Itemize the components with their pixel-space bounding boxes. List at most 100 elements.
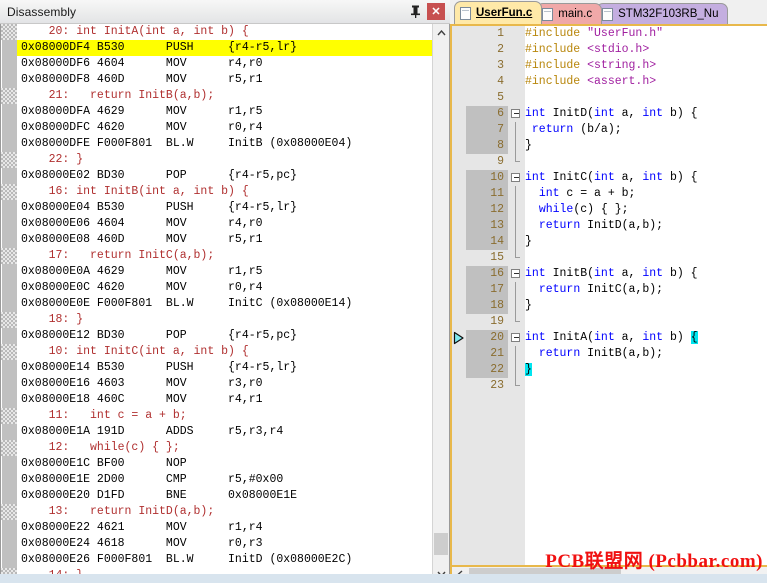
editor-marker-cell[interactable] [452, 138, 466, 154]
gutter-code-mark[interactable] [1, 72, 17, 88]
editor-code-line[interactable] [525, 378, 767, 394]
editor-body[interactable]: 1 2 3 4 5 6 7 8 9 10 11 12 13 14 15 16 17 18 19 20 21 22 23 #i… [450, 24, 767, 567]
disassembly-asm-line[interactable]: 0x08000E18 460C MOV r4,r1 [17, 392, 432, 408]
gutter-code-mark[interactable] [1, 200, 17, 216]
editor-marker-cell[interactable] [452, 330, 466, 346]
gutter-code-mark[interactable] [1, 472, 17, 488]
gutter-source-mark[interactable] [1, 440, 17, 456]
editor-fold-cell[interactable] [508, 330, 525, 346]
gutter-code-mark[interactable] [1, 424, 17, 440]
gutter-code-mark[interactable] [1, 280, 17, 296]
gutter-code-mark[interactable] [1, 392, 17, 408]
editor-code-line[interactable]: int InitA(int a, int b) { [525, 330, 767, 346]
editor-code-line[interactable] [525, 90, 767, 106]
editor-code-line[interactable]: int InitC(int a, int b) { [525, 170, 767, 186]
editor-marker-cell[interactable] [452, 90, 466, 106]
editor-marker-cell[interactable] [452, 122, 466, 138]
disassembly-asm-line[interactable]: 0x08000E06 4604 MOV r4,r0 [17, 216, 432, 232]
scrollbar-thumb[interactable] [434, 533, 448, 555]
editor-fold-cell[interactable] [508, 106, 525, 122]
editor-code-line[interactable] [525, 250, 767, 266]
scrollbar-track[interactable] [433, 41, 449, 565]
disassembly-source-line[interactable]: 12: while(c) { }; [17, 440, 432, 456]
gutter-code-mark[interactable] [1, 168, 17, 184]
editor-code-line[interactable]: #include <stdio.h> [525, 42, 767, 58]
editor-breakpoint-margin[interactable] [452, 26, 466, 565]
editor-code-line[interactable] [525, 154, 767, 170]
editor-marker-cell[interactable] [452, 362, 466, 378]
editor-marker-cell[interactable] [452, 218, 466, 234]
disassembly-asm-line[interactable]: 0x08000E14 B530 PUSH {r4-r5,lr} [17, 360, 432, 376]
gutter-code-mark[interactable] [1, 376, 17, 392]
disassembly-source-line[interactable]: 16: int InitB(int a, int b) { [17, 184, 432, 200]
pin-icon[interactable] [406, 3, 424, 21]
editor-code-area[interactable]: #include "UserFun.h" #include <stdio.h> #i… [525, 26, 767, 565]
disassembly-asm-line[interactable]: 0x08000E1A 191D ADDS r5,r3,r4 [17, 424, 432, 440]
gutter-source-mark[interactable] [1, 344, 17, 360]
gutter-source-mark[interactable] [1, 408, 17, 424]
gutter-source-mark[interactable] [1, 24, 17, 40]
editor-code-line[interactable]: return (b/a); [525, 122, 767, 138]
disassembly-asm-line[interactable]: 0x08000DFA 4629 MOV r1,r5 [17, 104, 432, 120]
gutter-code-mark[interactable] [1, 360, 17, 376]
editor-marker-cell[interactable] [452, 186, 466, 202]
gutter-code-mark[interactable] [1, 264, 17, 280]
editor-marker-cell[interactable] [452, 42, 466, 58]
gutter-code-mark[interactable] [1, 552, 17, 568]
disassembly-asm-line[interactable]: 0x08000E22 4621 MOV r1,r4 [17, 520, 432, 536]
disassembly-asm-line[interactable]: 0x08000E24 4618 MOV r0,r3 [17, 536, 432, 552]
editor-fold-cell[interactable] [508, 170, 525, 186]
scroll-up-icon[interactable] [433, 24, 449, 41]
disassembly-vertical-scrollbar[interactable] [432, 24, 449, 582]
editor-code-line[interactable]: return InitB(a,b); [525, 346, 767, 362]
disassembly-asm-line[interactable]: 0x08000E20 D1FD BNE 0x08000E1E [17, 488, 432, 504]
editor-marker-cell[interactable] [452, 346, 466, 362]
editor-code-line[interactable]: int InitB(int a, int b) { [525, 266, 767, 282]
editor-marker-cell[interactable] [452, 250, 466, 266]
gutter-code-mark[interactable] [1, 232, 17, 248]
editor-marker-cell[interactable] [452, 26, 466, 42]
gutter-source-mark[interactable] [1, 152, 17, 168]
editor-code-line[interactable]: } [525, 234, 767, 250]
gutter-source-mark[interactable] [1, 88, 17, 104]
editor-code-line[interactable]: int c = a + b; [525, 186, 767, 202]
editor-marker-cell[interactable] [452, 154, 466, 170]
disassembly-asm-line[interactable]: 0x08000E02 BD30 POP {r4-r5,pc} [17, 168, 432, 184]
disassembly-asm-line[interactable]: 0x08000E1E 2D00 CMP r5,#0x00 [17, 472, 432, 488]
disassembly-asm-line[interactable]: 0x08000E1C BF00 NOP [17, 456, 432, 472]
gutter-source-mark[interactable] [1, 184, 17, 200]
editor-marker-cell[interactable] [452, 58, 466, 74]
disassembly-body[interactable]: 20: int InitA(int a, int b) {0x08000DF4 … [0, 24, 450, 583]
fold-collapse-icon[interactable] [511, 109, 520, 118]
gutter-source-mark[interactable] [1, 248, 17, 264]
disassembly-asm-line[interactable]: 0x08000E04 B530 PUSH {r4-r5,lr} [17, 200, 432, 216]
disassembly-asm-line[interactable]: 0x08000E0E F000F801 BL.W InitC (0x08000E… [17, 296, 432, 312]
disassembly-asm-line[interactable]: 0x08000DF6 4604 MOV r4,r0 [17, 56, 432, 72]
fold-collapse-icon[interactable] [511, 269, 520, 278]
disassembly-code-list[interactable]: 20: int InitA(int a, int b) {0x08000DF4 … [17, 24, 432, 582]
editor-code-line[interactable]: } [525, 138, 767, 154]
editor-marker-cell[interactable] [452, 74, 466, 90]
editor-marker-cell[interactable] [452, 202, 466, 218]
editor-tabstrip[interactable]: UserFun.c main.c STM32F103RB_Nu [450, 0, 767, 24]
close-icon[interactable]: ✕ [427, 3, 445, 20]
disassembly-asm-line[interactable]: 0x08000DF8 460D MOV r5,r1 [17, 72, 432, 88]
gutter-code-mark[interactable] [1, 488, 17, 504]
editor-marker-cell[interactable] [452, 106, 466, 122]
editor-fold-cell[interactable] [508, 266, 525, 282]
editor-code-line[interactable]: #include <assert.h> [525, 74, 767, 90]
editor-marker-cell[interactable] [452, 298, 466, 314]
gutter-source-mark[interactable] [1, 504, 17, 520]
gutter-code-mark[interactable] [1, 536, 17, 552]
disassembly-source-line[interactable]: 18: } [17, 312, 432, 328]
disassembly-source-line[interactable]: 17: return InitC(a,b); [17, 248, 432, 264]
disassembly-asm-line[interactable]: 0x08000E0C 4620 MOV r0,r4 [17, 280, 432, 296]
disassembly-asm-line[interactable]: 0x08000E16 4603 MOV r3,r0 [17, 376, 432, 392]
disassembly-source-line[interactable]: 13: return InitD(a,b); [17, 504, 432, 520]
disassembly-source-line[interactable]: 20: int InitA(int a, int b) { [17, 24, 432, 40]
disassembly-source-line[interactable]: 11: int c = a + b; [17, 408, 432, 424]
editor-marker-cell[interactable] [452, 170, 466, 186]
editor-marker-cell[interactable] [452, 378, 466, 394]
editor-code-line[interactable]: } [525, 298, 767, 314]
disassembly-asm-line[interactable]: 0x08000DFE F000F801 BL.W InitB (0x08000E… [17, 136, 432, 152]
